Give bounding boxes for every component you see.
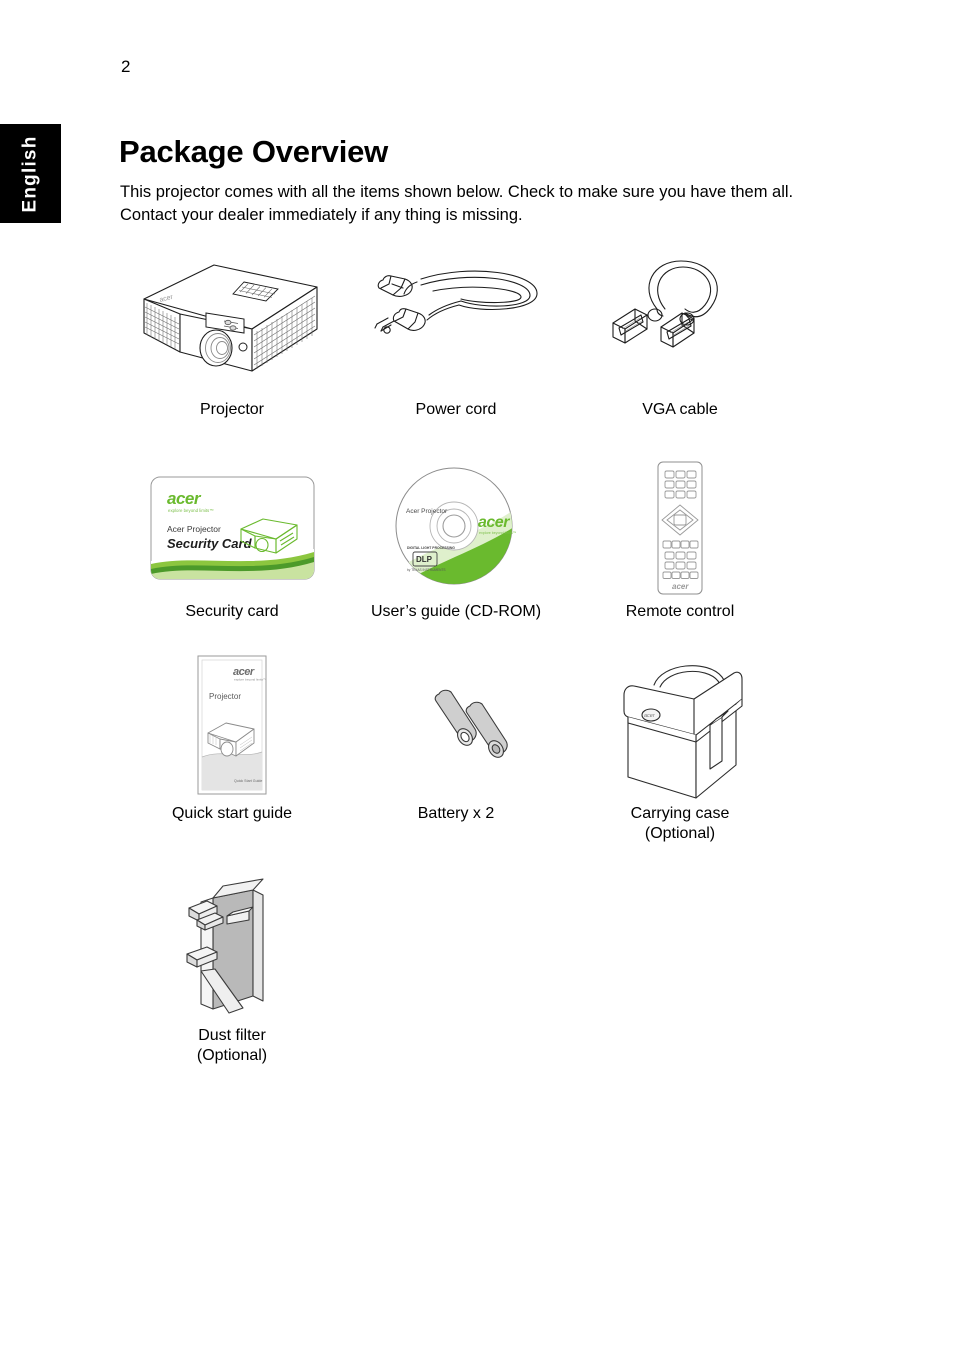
empty-cell [344, 874, 568, 1066]
svg-text:DIGITAL LIGHT PROCESSING: DIGITAL LIGHT PROCESSING [407, 546, 455, 550]
svg-text:acer: acer [672, 582, 689, 591]
package-item-carrying-case: acer Carrying case (Optional) [568, 652, 792, 844]
package-item-dust-filter: Dust filter (Optional) [120, 874, 344, 1066]
item-label: Power cord [415, 401, 497, 418]
package-item-vga-cable: VGA cable [568, 246, 792, 420]
language-tab: English [0, 124, 61, 223]
dust-filter-illustration-icon [120, 874, 344, 1022]
row-spacer [120, 622, 820, 652]
carrying-case-illustration-icon: acer [568, 652, 792, 800]
svg-text:DLP: DLP [416, 555, 433, 564]
item-label: Carrying case (Optional) [630, 805, 730, 842]
row-spacer [120, 844, 820, 874]
item-row: acer Projector Power cord VGA cable [120, 246, 820, 420]
item-label: Dust filter (Optional) [196, 1027, 268, 1064]
cd-rom-illustration-icon: Acer Projector acer explore beyond limit… [344, 458, 568, 598]
item-label: VGA cable [642, 401, 718, 418]
projector-illustration-icon: acer [120, 246, 344, 396]
battery-illustration-icon [344, 652, 568, 800]
package-item-remote-control: acer Remote control [568, 458, 792, 622]
svg-text:Projector: Projector [209, 692, 241, 701]
item-label: Quick start guide [171, 805, 293, 822]
page-title: Package Overview [119, 133, 389, 169]
item-label: Security card [185, 603, 279, 620]
svg-text:acer: acer [233, 666, 255, 678]
package-item-power-cord: Power cord [344, 246, 568, 420]
svg-text:Acer Projector: Acer Projector [167, 524, 221, 534]
svg-text:acer: acer [644, 713, 656, 719]
svg-text:explore beyond limits™: explore beyond limits™ [479, 531, 516, 535]
language-tab-label: English [19, 134, 41, 213]
item-row: acer explore beyond limits™ Acer Project… [120, 458, 820, 622]
svg-text:Security Card: Security Card [167, 536, 253, 551]
item-label: Battery x 2 [417, 805, 495, 822]
power-cord-illustration-icon [344, 246, 568, 396]
svg-text:explore beyond limits™: explore beyond limits™ [168, 508, 214, 513]
svg-text:acer: acer [167, 489, 202, 508]
package-item-projector: acer Projector [120, 246, 344, 420]
package-item-cd-rom: Acer Projector acer explore beyond limit… [344, 458, 568, 622]
svg-text:Quick Start Guide: Quick Start Guide [234, 779, 262, 783]
empty-cell [568, 874, 792, 1066]
package-item-quick-start-guide: acer explore beyond limits™ Projector Qu… [120, 652, 344, 844]
item-label: Projector [199, 401, 265, 418]
svg-text:Acer Projector: Acer Projector [406, 508, 448, 515]
item-row: Dust filter (Optional) [120, 874, 820, 1066]
item-label: User’s guide (CD-ROM) [370, 603, 542, 620]
quick-start-guide-illustration-icon: acer explore beyond limits™ Projector Qu… [120, 652, 344, 800]
intro-paragraph: This projector comes with all the items … [120, 182, 794, 224]
remote-control-illustration-icon: acer [568, 458, 792, 598]
package-item-security-card: acer explore beyond limits™ Acer Project… [120, 458, 344, 622]
item-label: Remote control [625, 603, 735, 620]
svg-text:explore beyond limits™: explore beyond limits™ [234, 678, 266, 682]
vga-cable-illustration-icon [568, 246, 792, 396]
row-spacer [120, 420, 820, 458]
package-items-grid: acer Projector Power cord VGA cable acer… [120, 246, 820, 1066]
item-row: acer explore beyond limits™ Projector Qu… [120, 652, 820, 844]
package-item-battery: Battery x 2 [344, 652, 568, 844]
page-number: 2 [121, 57, 131, 76]
svg-text:by TEXAS INSTRUMENTS: by TEXAS INSTRUMENTS [407, 568, 446, 572]
security-card-illustration-icon: acer explore beyond limits™ Acer Project… [120, 458, 344, 598]
svg-text:acer: acer [478, 514, 510, 531]
